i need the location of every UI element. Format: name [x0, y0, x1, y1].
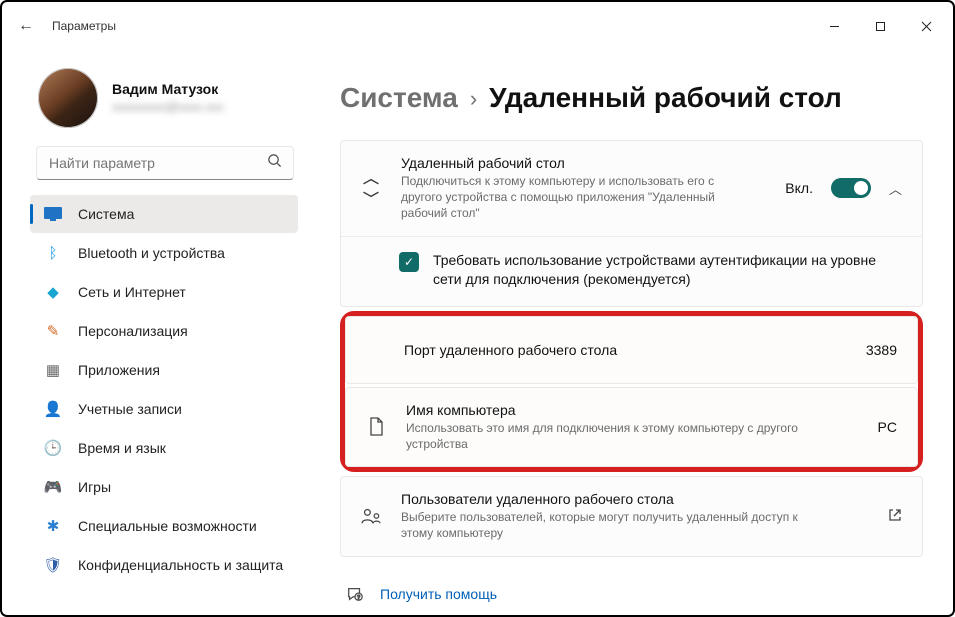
- breadcrumb-parent[interactable]: Система: [340, 82, 458, 114]
- remote-desktop-card: Удаленный рабочий стол Подключиться к эт…: [340, 140, 923, 307]
- nla-checkbox-row[interactable]: ✓ Требовать использование устройствами а…: [341, 237, 922, 306]
- pc-name-label: Имя компьютера: [406, 402, 860, 418]
- users-card[interactable]: Пользователи удаленного рабочего стола В…: [340, 476, 923, 556]
- nav-icon: ✎: [44, 322, 62, 340]
- pc-name-value: PC: [878, 419, 897, 435]
- help-link[interactable]: ? Получить помощь: [340, 575, 923, 613]
- user-email: xxxxxxxxx@xxxx.xxx: [112, 99, 224, 115]
- port-value: 3389: [866, 342, 897, 358]
- nav-label: Учетные записи: [78, 401, 182, 417]
- sidebar-item-1[interactable]: ᛒ Bluetooth и устройства: [30, 234, 298, 272]
- remote-desktop-toggle[interactable]: [831, 178, 871, 198]
- window-title: Параметры: [46, 19, 116, 33]
- help-label: Получить помощь: [380, 586, 497, 602]
- sidebar-item-7[interactable]: 🎮 Игры: [30, 468, 298, 506]
- remote-desktop-icon: [359, 178, 383, 198]
- window-controls: [811, 10, 949, 42]
- nav-label: Специальные возможности: [78, 518, 257, 534]
- nav-icon: 🛡: [44, 556, 62, 574]
- chevron-right-icon: ›: [470, 86, 477, 112]
- nav-label: Сеть и Интернет: [78, 284, 186, 300]
- user-card[interactable]: Вадим Матузок xxxxxxxxx@xxxx.xxx: [20, 62, 312, 146]
- nla-label: Требовать использование устройствами аут…: [433, 251, 902, 290]
- help-icon: ?: [344, 585, 366, 603]
- remote-desktop-title: Удаленный рабочий стол: [401, 155, 767, 171]
- nav-label: Bluetooth и устройства: [78, 245, 225, 261]
- nav-icon: [44, 205, 62, 223]
- nav-label: Приложения: [78, 362, 160, 378]
- nav-icon: ᛒ: [44, 244, 62, 262]
- minimize-button[interactable]: [811, 10, 857, 42]
- search-icon: [267, 153, 282, 173]
- sidebar-item-9[interactable]: 🛡 Конфиденциальность и защита: [30, 546, 298, 584]
- users-label: Пользователи удаленного рабочего стола: [401, 491, 870, 507]
- nav-icon: ◆: [44, 283, 62, 301]
- main-content: Система › Удаленный рабочий стол Удаленн…: [312, 50, 953, 615]
- nav-list: Система ᛒ Bluetooth и устройства ◆ Сеть и Ин…: [20, 194, 312, 615]
- external-link-icon: [888, 508, 902, 525]
- nav-label: Система: [78, 206, 134, 222]
- users-icon: [359, 507, 383, 525]
- feedback-link[interactable]: Отправить отзыв: [340, 613, 923, 616]
- avatar: [38, 68, 98, 128]
- svg-text:?: ?: [357, 594, 360, 600]
- sidebar-item-5[interactable]: 👤 Учетные записи: [30, 390, 298, 428]
- breadcrumb-current: Удаленный рабочий стол: [489, 82, 842, 114]
- nav-icon: 👤: [44, 400, 62, 418]
- maximize-button[interactable]: [857, 10, 903, 42]
- nla-checkbox[interactable]: ✓: [399, 252, 419, 272]
- toggle-state-label: Вкл.: [785, 180, 813, 196]
- nav-icon: ✱: [44, 517, 62, 535]
- remote-desktop-desc: Подключиться к этому компьютеру и исполь…: [401, 173, 721, 222]
- remote-desktop-toggle-row[interactable]: Удаленный рабочий стол Подключиться к эт…: [341, 141, 922, 236]
- nav-label: Персонализация: [78, 323, 188, 339]
- highlight-annotation: Порт удаленного рабочего стола 3389 Имя …: [340, 311, 923, 472]
- breadcrumb: Система › Удаленный рабочий стол: [340, 82, 923, 114]
- sidebar-item-6[interactable]: 🕒 Время и язык: [30, 429, 298, 467]
- user-name: Вадим Матузок: [112, 80, 224, 99]
- nav-icon: ▦: [44, 361, 62, 379]
- nav-icon: 🕒: [44, 439, 62, 457]
- pc-name-card[interactable]: Имя компьютера Использовать это имя для …: [345, 387, 918, 467]
- document-icon: [364, 417, 388, 437]
- pc-name-desc: Использовать это имя для подключения к э…: [406, 420, 806, 452]
- back-button[interactable]: ←: [6, 6, 46, 46]
- sidebar-item-2[interactable]: ◆ Сеть и Интернет: [30, 273, 298, 311]
- close-button[interactable]: [903, 10, 949, 42]
- sidebar-item-3[interactable]: ✎ Персонализация: [30, 312, 298, 350]
- sidebar-item-4[interactable]: ▦ Приложения: [30, 351, 298, 389]
- search-input[interactable]: [36, 146, 294, 180]
- nav-label: Игры: [78, 479, 111, 495]
- sidebar-item-8[interactable]: ✱ Специальные возможности: [30, 507, 298, 545]
- nav-label: Конфиденциальность и защита: [78, 557, 283, 573]
- nav-label: Время и язык: [78, 440, 166, 456]
- search-field[interactable]: [36, 146, 294, 180]
- chevron-up-icon[interactable]: ︿: [889, 179, 902, 198]
- nav-icon: 🎮: [44, 478, 62, 496]
- port-card[interactable]: Порт удаленного рабочего стола 3389: [345, 316, 918, 384]
- titlebar: ← Параметры: [2, 2, 953, 50]
- port-label: Порт удаленного рабочего стола: [404, 342, 848, 358]
- users-desc: Выберите пользователей, которые могут по…: [401, 509, 801, 541]
- sidebar: Вадим Матузок xxxxxxxxx@xxxx.xxx Система…: [2, 50, 312, 615]
- sidebar-item-0[interactable]: Система: [30, 195, 298, 233]
